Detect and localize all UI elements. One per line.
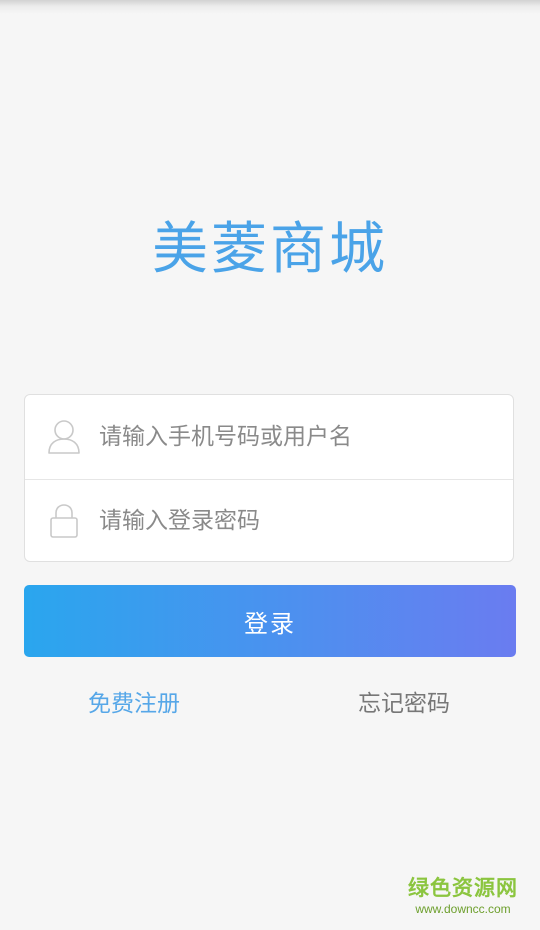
watermark: 绿色资源网 www.downcc.com	[408, 876, 518, 916]
lock-icon	[47, 503, 81, 539]
forgot-password-link[interactable]: 忘记密码	[358, 686, 450, 722]
username-row	[25, 395, 513, 479]
status-bar-shadow	[0, 0, 540, 14]
watermark-url: www.downcc.com	[415, 902, 511, 916]
register-link[interactable]: 免费注册	[88, 686, 180, 722]
username-input[interactable]	[97, 395, 497, 479]
app-title: 美菱商城	[152, 217, 388, 282]
login-card	[24, 394, 514, 562]
user-icon	[47, 419, 81, 455]
password-row	[25, 479, 513, 562]
password-input[interactable]	[97, 480, 497, 562]
watermark-text: 绿色资源网	[408, 876, 518, 900]
login-button[interactable]: 登录	[24, 585, 516, 657]
